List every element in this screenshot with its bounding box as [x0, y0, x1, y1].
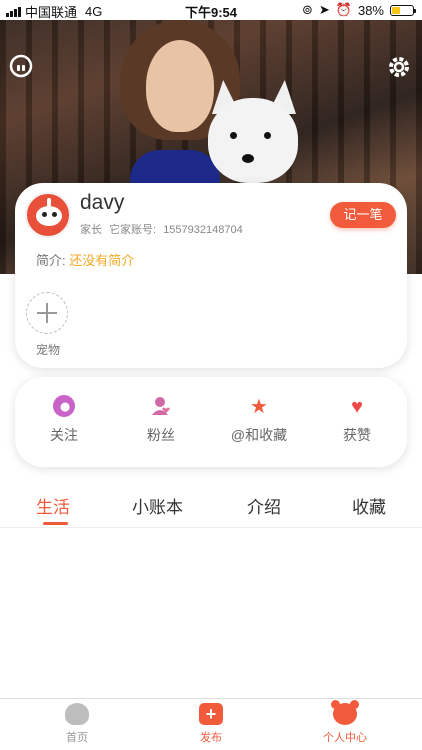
profile-icon — [331, 700, 359, 725]
nav-label: 首页 — [66, 732, 88, 744]
status-right: ⊚ ➤ ⏰ 38% — [301, 2, 416, 18]
stat-label: 粉丝 — [147, 427, 175, 443]
star-icon: ★ — [250, 396, 268, 418]
fans-icon — [116, 395, 206, 419]
bio: 简介: 还没有简介 — [36, 250, 134, 269]
gear-icon[interactable] — [386, 54, 412, 80]
follow-icon — [53, 395, 75, 417]
tab-intro[interactable]: 介绍 — [247, 493, 281, 518]
heart-icon: ♥ — [351, 396, 363, 418]
stat-fans[interactable]: 粉丝 — [116, 395, 206, 445]
pet-label: 宠物 — [36, 343, 61, 357]
nav-profile[interactable]: 个人中心 — [305, 700, 385, 745]
bio-value[interactable]: 还没有简介 — [69, 253, 134, 268]
battery-icon — [390, 4, 416, 16]
battery-percent: 38% — [357, 2, 384, 18]
stat-label: @和收藏 — [230, 427, 288, 443]
profile-page: 中国联通 4G 下午9:54 ⊚ ➤ ⏰ 38% davy 家长 它家账号: 1… — [0, 0, 422, 750]
tab-favorites[interactable]: 收藏 — [352, 493, 386, 518]
nav-label: 发布 — [200, 732, 222, 744]
nav-home[interactable]: 首页 — [37, 703, 117, 745]
account-id: 1557932148704 — [163, 224, 243, 236]
stat-follow[interactable]: 关注 — [19, 395, 109, 445]
home-icon — [65, 703, 89, 725]
bottom-nav: 首页 + 发布 个人中心 — [0, 698, 422, 750]
nav-post[interactable]: + 发布 — [171, 703, 251, 745]
stats-card: 关注 粉丝 ★ @和收藏 ♥ 获赞 — [15, 377, 407, 467]
stat-label: 关注 — [50, 427, 78, 443]
username: davy — [80, 191, 125, 214]
status-bar: 中国联通 4G 下午9:54 ⊚ ➤ ⏰ 38% — [0, 0, 422, 20]
headset-icon[interactable] — [8, 54, 34, 80]
profile-card: davy 家长 它家账号: 1557932148704 记一笔 简介: 还没有简… — [15, 183, 407, 368]
account-label: 它家账号: — [109, 224, 157, 236]
active-tab-indicator — [43, 522, 68, 525]
location-icon: ➤ — [318, 2, 330, 17]
avatar[interactable] — [25, 192, 71, 238]
stat-likes[interactable]: ♥ 获赞 — [312, 395, 402, 445]
white-dog-figure — [196, 80, 306, 200]
post-icon: + — [199, 703, 223, 725]
role-label: 家长 — [80, 224, 102, 236]
alarm-icon: ⏰ — [335, 2, 352, 17]
rotation-lock-icon: ⊚ — [301, 2, 313, 17]
battery-fill — [392, 6, 400, 14]
add-pet-button[interactable] — [26, 292, 68, 334]
tab-ledger[interactable]: 小账本 — [132, 493, 183, 518]
bio-label: 简介: — [36, 253, 66, 268]
tab-life[interactable]: 生活 — [36, 493, 70, 518]
content-tabs: 生活 小账本 介绍 收藏 — [0, 490, 422, 528]
stat-label: 获赞 — [343, 427, 371, 443]
record-button[interactable]: 记一笔 — [330, 202, 396, 228]
stat-mentions-favorites[interactable]: ★ @和收藏 — [214, 395, 304, 445]
nav-label: 个人中心 — [323, 732, 367, 744]
account-info: 家长 它家账号: 1557932148704 — [80, 221, 247, 237]
